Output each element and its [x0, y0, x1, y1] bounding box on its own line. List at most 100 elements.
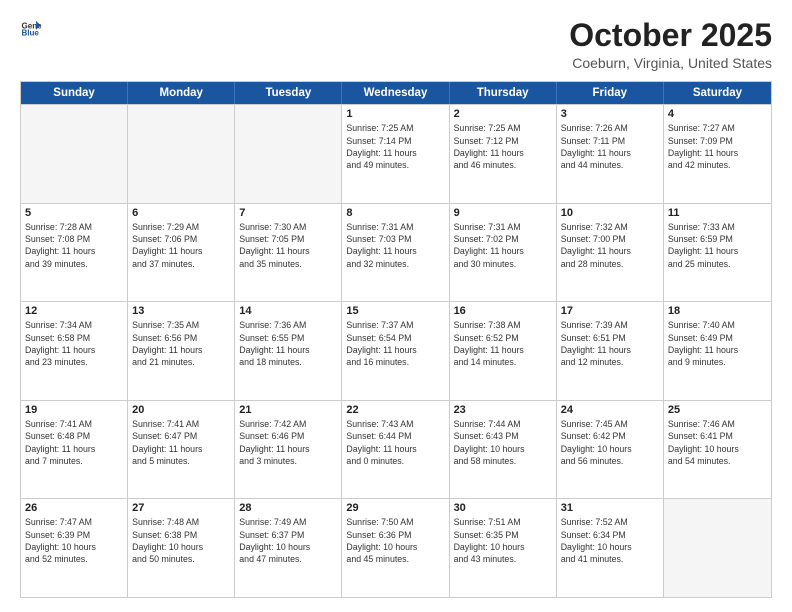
cell-info: Sunrise: 7:28 AM Sunset: 7:08 PM Dayligh…: [25, 221, 123, 270]
day-cell-9: 9 Sunrise: 7:31 AM Sunset: 7:02 PM Daylig…: [450, 204, 557, 302]
day-cell-26: 26 Sunrise: 7:47 AM Sunset: 6:39 PM Dayli…: [21, 499, 128, 597]
cell-info: Sunrise: 7:40 AM Sunset: 6:49 PM Dayligh…: [668, 319, 767, 368]
cell-info: Sunrise: 7:50 AM Sunset: 6:36 PM Dayligh…: [346, 516, 444, 565]
day-cell-1: 1Sunrise: 7:25 AM Sunset: 7:14 PM Daylig…: [342, 105, 449, 203]
cell-info: Sunrise: 7:52 AM Sunset: 6:34 PM Dayligh…: [561, 516, 659, 565]
day-cell-27: 27Sunrise: 7:48 AM Sunset: 6:38 PM Dayli…: [128, 499, 235, 597]
day-number: 16: [454, 305, 552, 317]
day-number: 9: [454, 207, 552, 219]
cell-info: Sunrise: 7:31 AM Sunset: 7:03 PM Dayligh…: [346, 221, 444, 270]
week-row-4: 19Sunrise: 7:41 AM Sunset: 6:48 PM Dayli…: [21, 400, 771, 499]
day-cell-12: 12 Sunrise: 7:34 AM Sunset: 6:58 PM Dayli…: [21, 302, 128, 400]
day-number: 30: [454, 502, 552, 514]
calendar-header: SundayMondayTuesdayWednesdayThursdayFrid…: [21, 82, 771, 104]
cell-info: Sunrise: 7:46 AM Sunset: 6:41 PM Dayligh…: [668, 418, 767, 467]
cell-info: Sunrise: 7:37 AM Sunset: 6:54 PM Dayligh…: [346, 319, 444, 368]
cell-info: Sunrise: 7:38 AM Sunset: 6:52 PM Dayligh…: [454, 319, 552, 368]
svg-text:Blue: Blue: [21, 29, 39, 38]
header-day-monday: Monday: [128, 82, 235, 104]
day-number: 10: [561, 207, 659, 219]
day-number: 3: [561, 108, 659, 120]
day-cell-28: 28 Sunrise: 7:49 AM Sunset: 6:37 PM Dayli…: [235, 499, 342, 597]
cell-info: Sunrise: 7:34 AM Sunset: 6:58 PM Dayligh…: [25, 319, 123, 368]
day-cell-3: 3 Sunrise: 7:26 AM Sunset: 7:11 PM Daylig…: [557, 105, 664, 203]
day-cell-19: 19Sunrise: 7:41 AM Sunset: 6:48 PM Dayli…: [21, 401, 128, 499]
cell-info: Sunrise: 7:42 AM Sunset: 6:46 PM Dayligh…: [239, 418, 337, 467]
day-number: 5: [25, 207, 123, 219]
day-number: 27: [132, 502, 230, 514]
day-number: 29: [346, 502, 444, 514]
day-number: 4: [668, 108, 767, 120]
calendar: SundayMondayTuesdayWednesdayThursdayFrid…: [20, 81, 772, 598]
header-day-friday: Friday: [557, 82, 664, 104]
cell-info: Sunrise: 7:41 AM Sunset: 6:48 PM Dayligh…: [25, 418, 123, 467]
header-day-sunday: Sunday: [21, 82, 128, 104]
day-number: 18: [668, 305, 767, 317]
header-day-saturday: Saturday: [664, 82, 771, 104]
cell-info: Sunrise: 7:51 AM Sunset: 6:35 PM Dayligh…: [454, 516, 552, 565]
week-row-2: 5 Sunrise: 7:28 AM Sunset: 7:08 PM Daylig…: [21, 203, 771, 302]
day-number: 15: [346, 305, 444, 317]
day-cell-30: 30 Sunrise: 7:51 AM Sunset: 6:35 PM Dayli…: [450, 499, 557, 597]
day-cell-22: 22 Sunrise: 7:43 AM Sunset: 6:44 PM Dayli…: [342, 401, 449, 499]
day-number: 20: [132, 404, 230, 416]
day-cell-31: 31 Sunrise: 7:52 AM Sunset: 6:34 PM Dayli…: [557, 499, 664, 597]
title-block: October 2025 Coeburn, Virginia, United S…: [569, 18, 772, 71]
day-number: 6: [132, 207, 230, 219]
cell-info: Sunrise: 7:36 AM Sunset: 6:55 PM Dayligh…: [239, 319, 337, 368]
cell-info: Sunrise: 7:45 AM Sunset: 6:42 PM Dayligh…: [561, 418, 659, 467]
day-cell-29: 29 Sunrise: 7:50 AM Sunset: 6:36 PM Dayli…: [342, 499, 449, 597]
day-number: 26: [25, 502, 123, 514]
day-number: 17: [561, 305, 659, 317]
day-cell-2: 2 Sunrise: 7:25 AM Sunset: 7:12 PM Daylig…: [450, 105, 557, 203]
day-cell-16: 16 Sunrise: 7:38 AM Sunset: 6:52 PM Dayli…: [450, 302, 557, 400]
day-number: 1: [346, 108, 444, 120]
header-day-thursday: Thursday: [450, 82, 557, 104]
cell-info: Sunrise: 7:49 AM Sunset: 6:37 PM Dayligh…: [239, 516, 337, 565]
day-cell-25: 25 Sunrise: 7:46 AM Sunset: 6:41 PM Dayli…: [664, 401, 771, 499]
empty-cell: [664, 499, 771, 597]
day-cell-20: 20Sunrise: 7:41 AM Sunset: 6:47 PM Dayli…: [128, 401, 235, 499]
week-row-1: 1Sunrise: 7:25 AM Sunset: 7:14 PM Daylig…: [21, 104, 771, 203]
cell-info: Sunrise: 7:43 AM Sunset: 6:44 PM Dayligh…: [346, 418, 444, 467]
cell-info: Sunrise: 7:35 AM Sunset: 6:56 PM Dayligh…: [132, 319, 230, 368]
header: General Blue October 2025 Coeburn, Virgi…: [20, 18, 772, 71]
day-cell-15: 15 Sunrise: 7:37 AM Sunset: 6:54 PM Dayli…: [342, 302, 449, 400]
day-number: 31: [561, 502, 659, 514]
logo-icon: General Blue: [20, 18, 42, 40]
day-cell-7: 7 Sunrise: 7:30 AM Sunset: 7:05 PM Daylig…: [235, 204, 342, 302]
day-cell-5: 5 Sunrise: 7:28 AM Sunset: 7:08 PM Daylig…: [21, 204, 128, 302]
day-number: 23: [454, 404, 552, 416]
day-cell-13: 13Sunrise: 7:35 AM Sunset: 6:56 PM Dayli…: [128, 302, 235, 400]
cell-info: Sunrise: 7:30 AM Sunset: 7:05 PM Dayligh…: [239, 221, 337, 270]
empty-cell: [128, 105, 235, 203]
calendar-body: 1Sunrise: 7:25 AM Sunset: 7:14 PM Daylig…: [21, 104, 771, 597]
day-number: 2: [454, 108, 552, 120]
cell-info: Sunrise: 7:32 AM Sunset: 7:00 PM Dayligh…: [561, 221, 659, 270]
day-number: 14: [239, 305, 337, 317]
cell-info: Sunrise: 7:33 AM Sunset: 6:59 PM Dayligh…: [668, 221, 767, 270]
day-cell-8: 8 Sunrise: 7:31 AM Sunset: 7:03 PM Daylig…: [342, 204, 449, 302]
cell-info: Sunrise: 7:31 AM Sunset: 7:02 PM Dayligh…: [454, 221, 552, 270]
empty-cell: [235, 105, 342, 203]
day-number: 12: [25, 305, 123, 317]
day-number: 22: [346, 404, 444, 416]
day-cell-23: 23 Sunrise: 7:44 AM Sunset: 6:43 PM Dayli…: [450, 401, 557, 499]
cell-info: Sunrise: 7:44 AM Sunset: 6:43 PM Dayligh…: [454, 418, 552, 467]
day-cell-21: 21Sunrise: 7:42 AM Sunset: 6:46 PM Dayli…: [235, 401, 342, 499]
day-cell-4: 4Sunrise: 7:27 AM Sunset: 7:09 PM Daylig…: [664, 105, 771, 203]
header-day-tuesday: Tuesday: [235, 82, 342, 104]
cell-info: Sunrise: 7:26 AM Sunset: 7:11 PM Dayligh…: [561, 122, 659, 171]
cell-info: Sunrise: 7:47 AM Sunset: 6:39 PM Dayligh…: [25, 516, 123, 565]
cell-info: Sunrise: 7:25 AM Sunset: 7:12 PM Dayligh…: [454, 122, 552, 171]
cell-info: Sunrise: 7:39 AM Sunset: 6:51 PM Dayligh…: [561, 319, 659, 368]
day-number: 28: [239, 502, 337, 514]
day-number: 8: [346, 207, 444, 219]
week-row-5: 26 Sunrise: 7:47 AM Sunset: 6:39 PM Dayli…: [21, 498, 771, 597]
month-title: October 2025: [569, 18, 772, 53]
day-cell-6: 6Sunrise: 7:29 AM Sunset: 7:06 PM Daylig…: [128, 204, 235, 302]
day-number: 25: [668, 404, 767, 416]
day-number: 7: [239, 207, 337, 219]
logo: General Blue: [20, 18, 42, 40]
day-cell-24: 24Sunrise: 7:45 AM Sunset: 6:42 PM Dayli…: [557, 401, 664, 499]
